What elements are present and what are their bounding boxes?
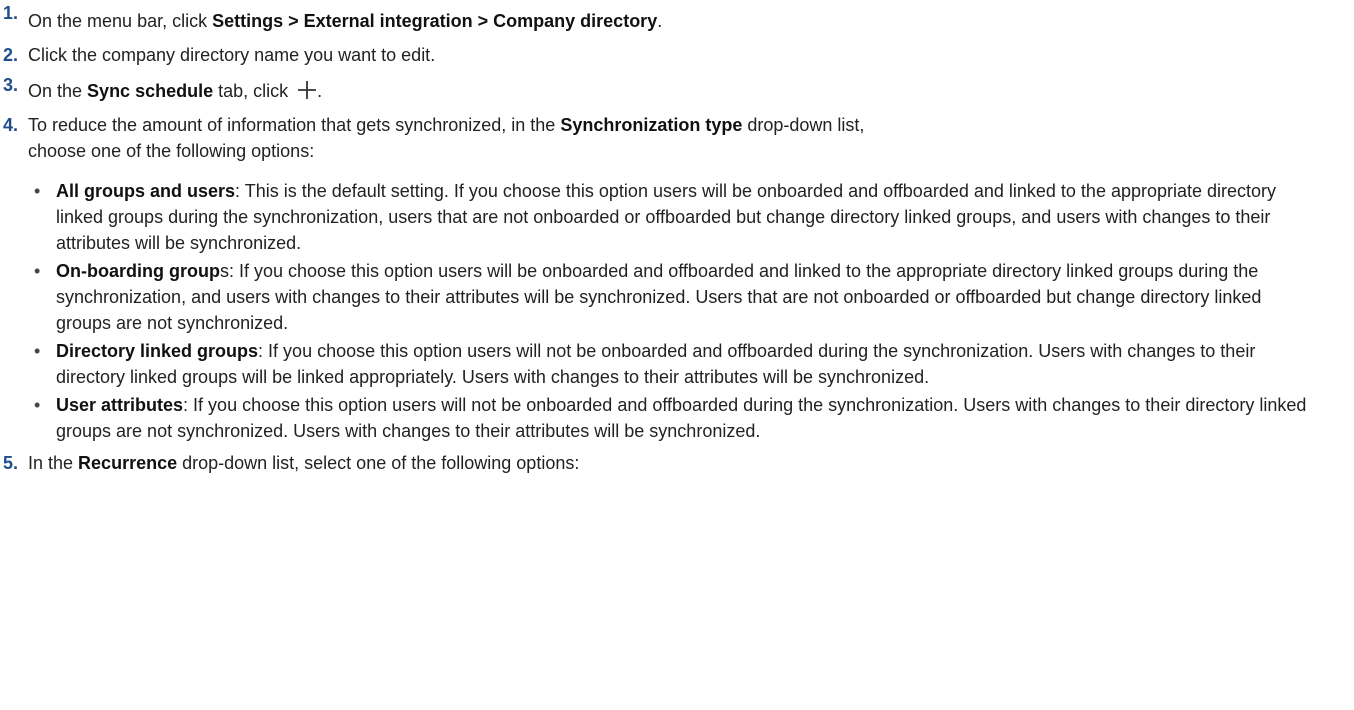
step-3: 3. On the Sync schedule tab, click . — [0, 75, 1354, 104]
menu-path: Settings > External integration > Compan… — [212, 11, 658, 31]
bullet-icon: • — [34, 341, 41, 361]
step-text: Click the company directory name you wan… — [28, 45, 436, 65]
step-text-mid: tab, click — [213, 81, 294, 101]
option-directory-linked-groups: • Directory linked groups: If you choose… — [0, 338, 1354, 390]
step-text-tail: . — [657, 11, 663, 31]
option-description: : If you choose this option users will n… — [56, 395, 1307, 441]
step-5: 5. In the Recurrence drop-down list, sel… — [0, 450, 1354, 476]
dropdown-name: Recurrence — [78, 453, 178, 473]
document-page: 1. On the menu bar, click Settings > Ext… — [0, 0, 1354, 710]
option-title: On-boarding group — [56, 261, 220, 281]
bullet-icon: • — [34, 395, 41, 415]
step-number: 2. — [3, 45, 19, 65]
step-text-lead: On the menu bar, click — [28, 11, 213, 31]
step-number: 5. — [3, 453, 19, 473]
option-title: User attributes — [56, 395, 184, 415]
synchronization-type-options: • All groups and users: This is the defa… — [0, 178, 1354, 444]
step-number: 1. — [3, 3, 19, 23]
step-text-line2: choose one of the following options: — [28, 141, 315, 161]
bullet-icon: • — [34, 181, 41, 201]
step-text: On the Sync schedule tab, click . — [28, 76, 1354, 104]
step-text-lead: In the — [28, 453, 79, 473]
bullet-icon: • — [34, 261, 41, 281]
step-text: To reduce the amount of information that… — [28, 112, 1354, 164]
option-all-groups-and-users: • All groups and users: This is the defa… — [0, 178, 1354, 256]
step-text-tail: drop-down list, — [742, 115, 865, 135]
step-number: 3. — [3, 75, 19, 95]
plus-icon — [297, 80, 317, 100]
step-text-tail: drop-down list, select one of the follow… — [177, 453, 580, 473]
procedure-steps: 1. On the menu bar, click Settings > Ext… — [0, 0, 1354, 476]
option-title: All groups and users — [56, 181, 236, 201]
step-1: 1. On the menu bar, click Settings > Ext… — [0, 0, 1354, 34]
step-text-lead: On the — [28, 81, 88, 101]
option-title: Directory linked groups — [56, 341, 259, 361]
tab-name: Sync schedule — [87, 81, 214, 101]
option-on-boarding-groups: • On-boarding groups: If you choose this… — [0, 258, 1354, 336]
step-text-tail: . — [317, 81, 323, 101]
step-text: On the menu bar, click Settings > Extern… — [28, 0, 1354, 34]
step-2: 2. Click the company directory name you … — [0, 42, 1354, 68]
step-4: 4. To reduce the amount of information t… — [0, 112, 1354, 164]
dropdown-name: Synchronization type — [560, 115, 743, 135]
option-description: : This is the default setting. If you ch… — [56, 181, 1277, 253]
option-user-attributes: • User attributes: If you choose this op… — [0, 392, 1354, 444]
option-description: s: If you choose this option users will … — [56, 261, 1262, 333]
step-text-lead: To reduce the amount of information that… — [28, 115, 561, 135]
step-number: 4. — [3, 115, 19, 135]
step-text: In the Recurrence drop-down list, select… — [28, 450, 1354, 476]
